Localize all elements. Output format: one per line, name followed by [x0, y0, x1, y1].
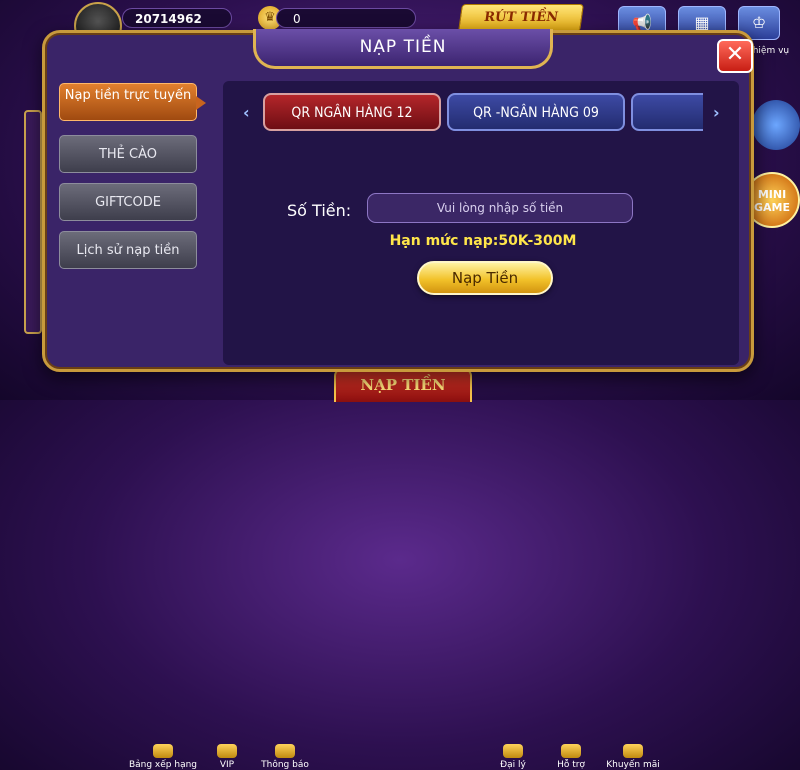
- agent-icon: [503, 744, 523, 758]
- amount-label: Số Tiền:: [287, 201, 352, 220]
- balance: 0: [276, 8, 416, 28]
- promotion-icon: [623, 744, 643, 758]
- tab-giftcode[interactable]: GIFTCODE: [59, 183, 197, 221]
- chevron-left-icon[interactable]: ‹: [243, 103, 250, 122]
- amount-input[interactable]: Vui lòng nhập số tiền: [367, 193, 633, 223]
- bank-option[interactable]: M: [631, 93, 703, 131]
- notification-nav[interactable]: Thông báo: [250, 744, 320, 770]
- bank-option[interactable]: QR NGÂN HÀNG 12: [263, 93, 441, 131]
- modal-title-bar: NẠP TIỀN: [253, 29, 553, 69]
- user-id: 20714962: [122, 8, 232, 28]
- left-side-frame: [24, 110, 42, 334]
- close-button[interactable]: ✕: [717, 39, 753, 73]
- bank-list: QR NGÂN HÀNG 12 QR -NGÂN HÀNG 09 M: [263, 91, 703, 135]
- promotion-nav[interactable]: Khuyến mãi: [598, 744, 668, 770]
- support-icon: [561, 744, 581, 758]
- mail-icon: [275, 744, 295, 758]
- tab-card[interactable]: THẺ CÀO: [59, 135, 197, 173]
- tab-online-deposit[interactable]: Nạp tiền trực tuyến: [59, 83, 206, 121]
- modal-title: NẠP TIỀN: [359, 37, 447, 57]
- trophy-icon: [153, 744, 173, 758]
- close-icon: ✕: [725, 42, 745, 67]
- side-event-icon[interactable]: [752, 100, 800, 150]
- leaderboard-nav[interactable]: Bảng xếp hạng: [128, 744, 198, 770]
- deposit-content: ‹ QR NGÂN HÀNG 12 QR -NGÂN HÀNG 09 M › S…: [223, 81, 739, 365]
- deposit-modal: NẠP TIỀN ✕ Nạp tiền trực tuyến THẺ CÀO G…: [42, 29, 754, 372]
- withdraw-button[interactable]: RÚT TIỀN: [458, 4, 584, 32]
- chevron-right-icon[interactable]: ›: [713, 103, 720, 122]
- support-nav[interactable]: Hỗ trợ: [536, 744, 606, 770]
- deposit-submit-button[interactable]: Nạp Tiền: [417, 261, 553, 295]
- top-bar: 20714962 ♛ 0 RÚT TIỀN 📢 ▦ ♔ Nhiệm vụ: [0, 0, 800, 56]
- tab-deposit-history[interactable]: Lịch sử nạp tiền: [59, 231, 197, 269]
- deposit-limit: Hạn mức nạp:50K-300M: [389, 233, 577, 249]
- vip-wheel-icon: [217, 744, 237, 758]
- bank-option[interactable]: QR -NGÂN HÀNG 09: [447, 93, 625, 131]
- bottom-deposit-button[interactable]: NẠP TIỀN: [334, 368, 472, 402]
